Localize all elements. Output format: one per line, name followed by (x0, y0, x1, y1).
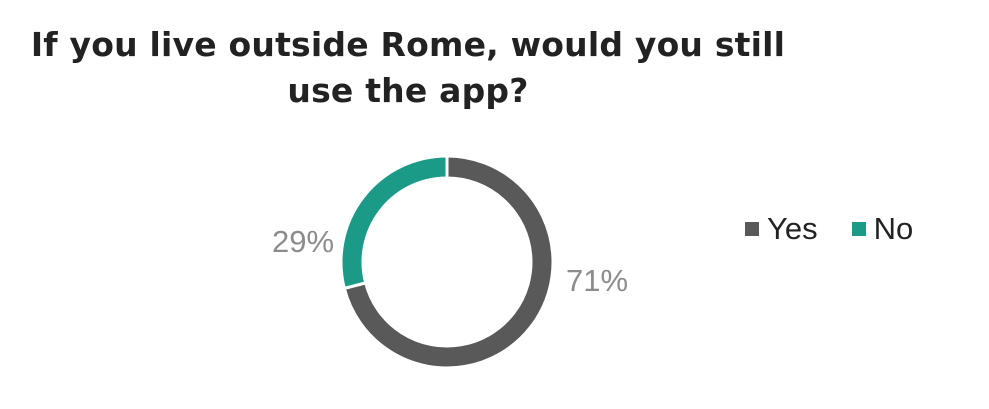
donut-chart: 71% 29% (272, 154, 628, 370)
legend-swatch-yes (745, 222, 759, 236)
legend-item-no: No (851, 211, 914, 247)
legend-item-yes: Yes (745, 211, 818, 247)
legend-label-yes: Yes (767, 211, 818, 246)
legend: Yes No (745, 211, 913, 247)
legend-swatch-no (851, 222, 866, 236)
slice-label-yes: 71% (566, 263, 628, 298)
slice-label-no: 29% (272, 224, 334, 259)
legend-label-no: No (873, 211, 914, 246)
donut-slice-no (339, 154, 449, 291)
donut-slices (339, 154, 555, 370)
